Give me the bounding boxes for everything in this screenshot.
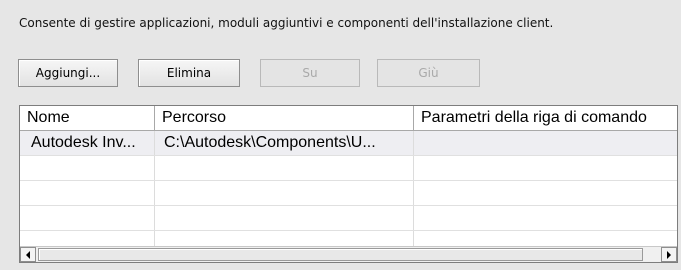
cell-path — [155, 156, 414, 180]
cell-name: Autodesk Inv... — [20, 131, 155, 155]
cell-path — [155, 206, 414, 230]
cell-name — [20, 206, 155, 230]
cell-parameters — [414, 181, 677, 205]
cell-parameters — [414, 131, 677, 155]
table-row[interactable] — [20, 181, 677, 206]
arrow-right-icon — [667, 250, 671, 259]
cell-name — [20, 181, 155, 205]
move-down-button[interactable]: Giù — [377, 59, 480, 87]
add-button[interactable]: Aggiungi... — [18, 59, 118, 87]
cell-path: C:\Autodesk\Components\U... — [155, 131, 414, 155]
scroll-right-button[interactable] — [661, 247, 677, 262]
cell-parameters — [414, 156, 677, 180]
description-text: Consente di gestire applicazioni, moduli… — [19, 16, 554, 30]
table-row[interactable] — [20, 206, 677, 231]
column-header-name[interactable]: Nome — [20, 106, 155, 130]
horizontal-scrollbar[interactable] — [20, 246, 677, 262]
table-row[interactable] — [20, 156, 677, 181]
column-header-path[interactable]: Percorso — [155, 106, 414, 130]
cell-parameters — [414, 206, 677, 230]
cell-path — [155, 181, 414, 205]
list-header: Nome Percorso Parametri della riga di co… — [20, 106, 677, 131]
cell-name — [20, 156, 155, 180]
move-up-button[interactable]: Su — [260, 59, 360, 87]
scroll-left-button[interactable] — [20, 247, 36, 262]
table-row[interactable]: Autodesk Inv... C:\Autodesk\Components\U… — [20, 131, 677, 156]
scrollbar-thumb[interactable] — [38, 248, 643, 261]
arrow-left-icon — [26, 250, 30, 259]
column-header-parameters[interactable]: Parametri della riga di comando — [414, 106, 677, 130]
delete-button[interactable]: Elimina — [138, 59, 240, 87]
components-list[interactable]: Nome Percorso Parametri della riga di co… — [19, 105, 678, 263]
